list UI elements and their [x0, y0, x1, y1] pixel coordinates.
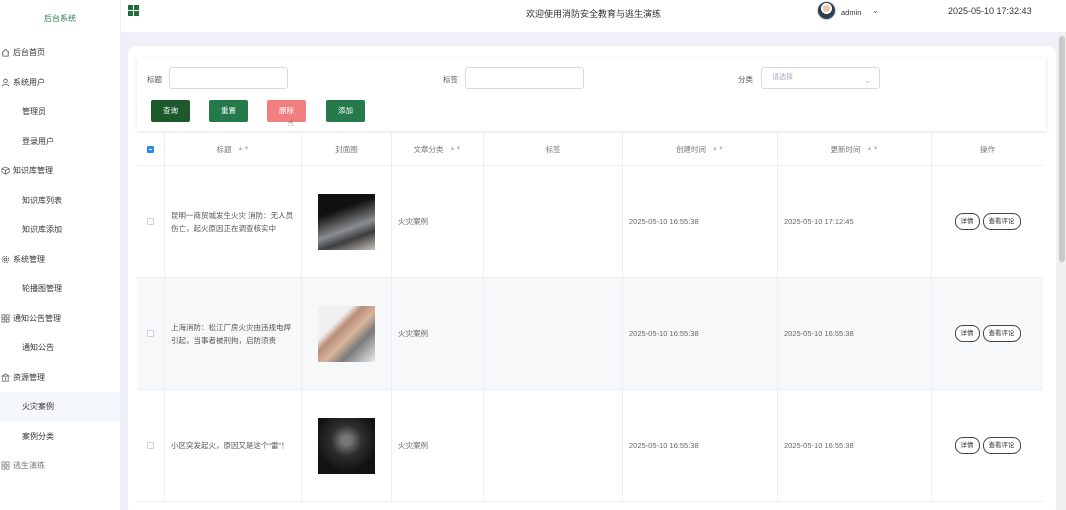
sidebar-item-label: 后台首页 [13, 48, 45, 58]
sidebar-item-system-users[interactable]: 系统用户 [0, 68, 120, 98]
select-all-checkbox[interactable] [147, 145, 154, 153]
row-category: 火灾案例 [392, 390, 484, 501]
user-icon [1, 78, 10, 87]
table-header: 标题 ▲▼ 封面图 文章分类 ▲▼ 标签 创建时间 ▲▼ 更新时间 ▲▼ 操作 [137, 133, 1043, 166]
sort-icon[interactable]: ▲▼ [712, 146, 724, 152]
row-category: 火灾案例 [392, 278, 484, 389]
cover-image [318, 193, 375, 250]
detail-button[interactable]: 详情 [954, 437, 980, 454]
row-checkbox[interactable] [147, 330, 154, 337]
row-created: 2025-05-10 16:55:38 [623, 278, 778, 389]
row-tag [484, 390, 623, 501]
sort-icon[interactable]: ▲▼ [238, 146, 250, 152]
sidebar-item-fire-cases[interactable]: 火灾案例 [0, 392, 120, 422]
column-header-category[interactable]: 文章分类 ▲▼ [392, 133, 484, 165]
sidebar-item-home[interactable]: 后台首页 [0, 38, 120, 68]
sidebar-item-system[interactable]: 系统管理 [0, 245, 120, 275]
menu-toggle-icon[interactable] [128, 5, 139, 16]
row-title: 小区突发起火，原因又是这个“雷”！ [171, 441, 289, 450]
reset-button[interactable]: 重置 [209, 100, 248, 122]
row-tag [484, 278, 623, 389]
sidebar-item-login-users[interactable]: 登录用户 [0, 127, 120, 157]
sidebar-item-knowledge-list[interactable]: 知识库列表 [0, 186, 120, 216]
row-checkbox[interactable] [147, 442, 154, 449]
row-title: 上海消防：松江厂房火灾由违规电焊引起，当事者被刑拘，启防须责 [171, 322, 291, 345]
sort-icon[interactable]: ▲▼ [450, 146, 462, 152]
sidebar-item-knowledge[interactable]: 知识库管理 [0, 156, 120, 186]
sidebar-item-notice[interactable]: 通知公告 [0, 333, 120, 363]
column-header-created[interactable]: 创建时间 ▲▼ [623, 133, 778, 165]
sidebar-item-carousel[interactable]: 轮播图管理 [0, 274, 120, 304]
row-updated: 2025-05-10 16:55:38 [778, 278, 932, 389]
detail-button[interactable]: 详情 [954, 213, 980, 230]
hand-cursor-icon: ☝ [288, 118, 294, 128]
row-created: 2025-05-10 16:55:38 [623, 166, 778, 277]
sidebar-item-label: 逃生演练 [13, 461, 45, 471]
table-row: 小区突发起火，原因又是这个“雷”！ 火灾案例 2025-05-10 16:55:… [137, 390, 1043, 502]
delete-button[interactable]: 删除 [267, 100, 306, 122]
sort-icon[interactable]: ▲▼ [867, 146, 879, 152]
cover-image [318, 305, 375, 362]
gear-icon [1, 255, 10, 263]
cover-image [318, 417, 375, 474]
sidebar-item-label: 通知公告管理 [13, 313, 61, 323]
row-title: 昆明一商贸城发生火灾 消防：无人员伤亡，起火原因正在调查核实中 [171, 210, 294, 233]
detail-button[interactable]: 详情 [954, 325, 980, 342]
row-updated: 2025-05-10 17:12:45 [778, 166, 932, 277]
sidebar-item-escape-drill[interactable]: 逃生演练 [0, 451, 120, 481]
column-header-tag: 标签 [484, 133, 623, 165]
row-category: 火灾案例 [392, 166, 484, 277]
sidebar-item-label: 系统管理 [13, 254, 45, 264]
tag-filter-label: 标签 [443, 75, 458, 84]
sidebar-item-notices[interactable]: 通知公告管理 [0, 304, 120, 334]
sidebar-item-case-categories[interactable]: 案例分类 [0, 422, 120, 452]
chevron-down-icon[interactable]: ⌄ [872, 6, 879, 15]
column-header-updated[interactable]: 更新时间 ▲▼ [778, 133, 932, 165]
tag-filter-input[interactable] [465, 67, 584, 89]
title-filter-input[interactable] [169, 67, 288, 89]
scrollbar-thumb[interactable] [1059, 36, 1065, 262]
sidebar-item-label: 知识库管理 [13, 166, 53, 176]
row-updated: 2025-05-10 16:55:38 [778, 390, 932, 501]
sidebar-item-knowledge-add[interactable]: 知识库添加 [0, 215, 120, 245]
sidebar-item-label: 系统用户 [13, 77, 45, 87]
row-tag [484, 166, 623, 277]
table-row: 上海消防：松江厂房火灾由违规电焊引起，当事者被刑拘，启防须责 火灾案例 2025… [137, 278, 1043, 390]
avatar[interactable] [817, 1, 836, 20]
sidebar: 后台系统 后台首页 系统用户 管理员 登录用户 知识库管理 知识库列表 知识库添… [0, 0, 121, 510]
top-bar: 欢迎使用消防安全教育与逃生演练 admin ⌄ 2025-05-10 17:32… [121, 0, 1066, 32]
sidebar-item-resources[interactable]: 资源管理 [0, 363, 120, 393]
data-table: 标题 ▲▼ 封面图 文章分类 ▲▼ 标签 创建时间 ▲▼ 更新时间 ▲▼ 操作 昆明一商… [137, 133, 1043, 502]
column-header-actions: 操作 [980, 144, 995, 154]
category-select[interactable]: 请选择 ⌄ [761, 67, 880, 89]
chevron-down-icon: ⌄ [864, 76, 871, 85]
title-filter-label: 标题 [147, 75, 162, 84]
sidebar-item-admins[interactable]: 管理员 [0, 97, 120, 127]
sidebar-item-label: 资源管理 [13, 372, 45, 382]
query-button[interactable]: 查询 [151, 100, 190, 122]
add-button[interactable]: 添加 [326, 100, 365, 122]
grid-icon [1, 314, 10, 323]
grid-icon [1, 461, 10, 470]
column-header-cover: 封面图 [302, 133, 392, 165]
view-comments-button[interactable]: 查看评论 [982, 437, 1021, 454]
column-header-title[interactable]: 标题 ▲▼ [165, 133, 302, 165]
view-comments-button[interactable]: 查看评论 [982, 325, 1021, 342]
category-select-placeholder: 请选择 [772, 74, 793, 81]
user-name[interactable]: admin [841, 8, 861, 17]
table-row: 昆明一商贸城发生火灾 消防：无人员伤亡，起火原因正在调查核实中 火灾案例 202… [137, 166, 1043, 278]
welcome-title: 欢迎使用消防安全教育与逃生演练 [526, 9, 662, 19]
cube-icon [1, 166, 10, 175]
view-comments-button[interactable]: 查看评论 [982, 213, 1021, 230]
home-icon [1, 49, 10, 57]
bank-icon [1, 373, 10, 382]
row-created: 2025-05-10 16:55:38 [623, 390, 778, 501]
row-checkbox[interactable] [147, 218, 154, 225]
brand-title: 后台系统 [44, 14, 76, 23]
datetime: 2025-05-10 17:32:43 [948, 6, 1032, 16]
category-filter-label: 分类 [738, 75, 753, 84]
